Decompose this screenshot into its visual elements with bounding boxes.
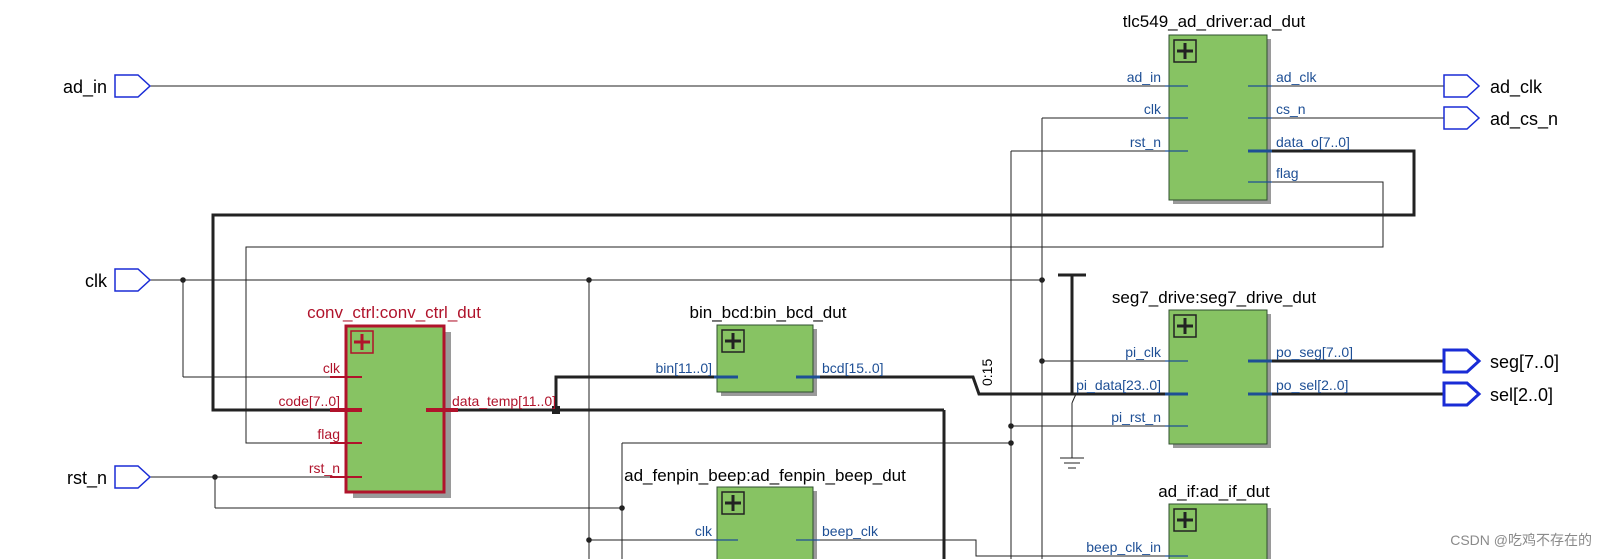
pin-label: pi_clk [1125,344,1162,360]
pin-label: rst_n [309,460,340,476]
expand-icon[interactable] [1173,508,1197,532]
pin-label: cs_n [1276,101,1306,117]
pin-label: clk [695,523,713,539]
pin-label: flag [317,426,340,442]
ground-icon [1060,403,1084,469]
svg-text:ad_cs_n: ad_cs_n [1490,109,1558,130]
pin-label: pi_data[23..0] [1076,377,1161,393]
pin-label: data_o[7..0] [1276,134,1350,150]
schematic-canvas: 0:15 ad_in clk rst_n ad_clk ad_cs_n seg[… [63,12,1592,559]
block-title: ad_if:ad_if_dut [1158,482,1270,501]
expand-icon[interactable] [721,329,745,353]
pin-label: po_sel[2..0] [1276,377,1348,393]
net-clk [150,117,1165,559]
block-fenpin-beep[interactable]: ad_fenpin_beep:ad_fenpin_beep_dut clk be… [624,466,906,559]
block-title: ad_fenpin_beep:ad_fenpin_beep_dut [624,466,906,485]
pin-label: clk [1144,101,1162,117]
svg-text:sel[2..0]: sel[2..0] [1490,385,1553,405]
svg-text:ad_clk: ad_clk [1490,77,1543,98]
port-rst-n[interactable]: rst_n [67,465,152,489]
port-ad-in[interactable]: ad_in [63,74,152,98]
block-ad-if[interactable]: ad_if:ad_if_dut beep_clk_in [1086,482,1271,559]
pin-label: clk [323,360,341,376]
expand-icon[interactable] [1173,314,1197,338]
pin-label: data_temp[11..0] [452,393,556,409]
pin-label: flag [1276,165,1299,181]
svg-text:clk: clk [85,271,108,291]
expand-icon[interactable] [721,491,745,515]
port-seg[interactable]: seg[7..0] [1442,348,1559,374]
pin-label: pi_rst_n [1111,409,1161,425]
pin-label: po_seg[7..0] [1276,344,1353,360]
block-title: seg7_drive:seg7_drive_dut [1112,288,1316,307]
port-ad-clk[interactable]: ad_clk [1443,74,1543,98]
pin-label: ad_clk [1276,69,1317,85]
block-seg7[interactable]: seg7_drive:seg7_drive_dut pi_clk pi_data… [1076,288,1353,448]
svg-text:ad_in: ad_in [63,77,107,98]
watermark: CSDN @吃鸡不存在的 [1450,532,1592,548]
expand-icon[interactable] [350,330,374,354]
port-clk[interactable]: clk [85,268,152,292]
block-bin-bcd[interactable]: bin_bcd:bin_bcd_dut bin[11..0] bcd[15..0… [655,303,884,396]
block-title: tlc549_ad_driver:ad_dut [1123,12,1306,31]
pin-label: beep_clk_in [1086,539,1161,555]
block-conv-ctrl[interactable]: conv_ctrl:conv_ctrl_dut clk code[7..0] f… [279,303,557,498]
net-rst-n [150,150,1165,559]
pin-label: bcd[15..0] [822,360,884,376]
expand-icon[interactable] [1173,39,1197,63]
pin-label: rst_n [1130,134,1161,150]
bus-slice-label: 0:15 [979,359,995,386]
block-title: bin_bcd:bin_bcd_dut [690,303,847,322]
port-sel[interactable]: sel[2..0] [1442,381,1553,407]
port-ad-cs-n[interactable]: ad_cs_n [1443,106,1558,130]
pin-label: bin[11..0] [655,360,712,376]
pin-label: beep_clk [822,523,879,539]
block-tlc549[interactable]: tlc549_ad_driver:ad_dut ad_in clk rst_n … [1123,12,1350,204]
block-title: conv_ctrl:conv_ctrl_dut [307,303,481,322]
svg-text:seg[7..0]: seg[7..0] [1490,352,1559,372]
pin-label: ad_in [1127,69,1161,85]
pin-label: code[7..0] [279,393,341,409]
svg-text:rst_n: rst_n [67,468,107,489]
